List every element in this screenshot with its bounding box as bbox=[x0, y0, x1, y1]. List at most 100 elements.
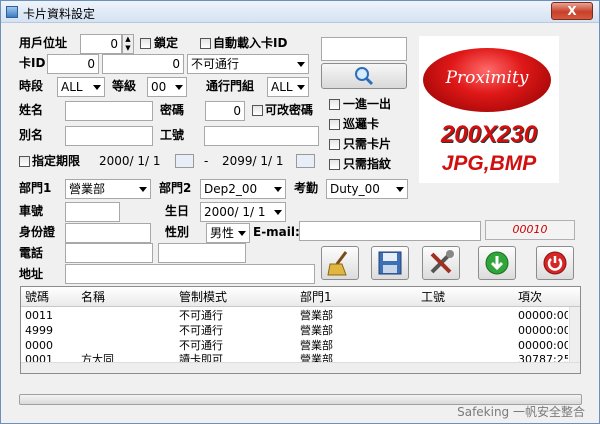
level-select[interactable]: 00 bbox=[147, 77, 187, 97]
card-logo-panel: Proximity 200X230 JPG,BMP bbox=[419, 36, 559, 183]
level-label: 等級 bbox=[112, 79, 137, 93]
start-date[interactable]: 2000/ 1/ 1 bbox=[99, 152, 161, 170]
phone-input-2[interactable] bbox=[158, 243, 246, 263]
user-address-label: 用戶位址 bbox=[19, 36, 68, 50]
chevron-down-icon bbox=[139, 187, 147, 192]
address-input[interactable] bbox=[65, 264, 315, 284]
column-header[interactable]: 名稱 bbox=[81, 288, 105, 305]
table-row[interactable]: 0000 不可通行 營業部 00000:00( bbox=[21, 338, 569, 353]
column-header[interactable]: 部門1 bbox=[300, 288, 332, 305]
phone-label: 電話 bbox=[19, 246, 44, 260]
employee-no-input[interactable] bbox=[204, 126, 319, 146]
save-icon bbox=[378, 251, 402, 275]
plate-label: 車號 bbox=[19, 204, 44, 218]
card-read-field[interactable] bbox=[321, 37, 407, 61]
fingerprint-only-label: 只需指紋 bbox=[343, 157, 392, 171]
phone-input[interactable] bbox=[65, 243, 153, 263]
auto-load-checkbox[interactable] bbox=[200, 38, 211, 49]
address-label: 地址 bbox=[19, 267, 44, 281]
gender-select[interactable]: 男性 bbox=[206, 223, 250, 243]
cell-number: 0000 bbox=[25, 339, 53, 352]
cell-dept: 營業部 bbox=[300, 324, 333, 337]
calendar-icon[interactable] bbox=[296, 154, 315, 168]
chevron-down-icon bbox=[93, 85, 101, 90]
tools-icon bbox=[430, 250, 454, 274]
one-in-one-out-checkbox[interactable] bbox=[329, 99, 340, 110]
alias-input[interactable] bbox=[65, 126, 153, 146]
patrol-card-label: 巡邏卡 bbox=[343, 117, 380, 131]
email-input[interactable] bbox=[299, 221, 481, 241]
download-icon bbox=[485, 251, 509, 275]
column-header[interactable]: 工號 bbox=[421, 288, 445, 305]
title-bar: 卡片資料設定 X bbox=[1, 1, 599, 23]
fingerprint-only-checkbox[interactable] bbox=[329, 159, 340, 170]
patrol-card-checkbox[interactable] bbox=[329, 119, 340, 130]
exit-button[interactable] bbox=[536, 246, 574, 280]
cell-mode: 不可通行 bbox=[179, 324, 223, 337]
search-icon bbox=[355, 67, 374, 86]
table-header: 號碼 名稱 管制模式 部門1 工號 項次 bbox=[21, 287, 580, 307]
column-header[interactable]: 號碼 bbox=[25, 288, 49, 305]
logo-size: 200X230 bbox=[440, 121, 538, 148]
cell-dept: 營業部 bbox=[300, 339, 333, 352]
logo-brand: Proximity bbox=[445, 68, 529, 88]
plate-input[interactable] bbox=[65, 202, 120, 222]
download-button[interactable] bbox=[478, 246, 516, 280]
door-group-label: 通行門組 bbox=[206, 79, 255, 93]
cell-number: 0011 bbox=[25, 309, 53, 322]
card-only-label: 只需卡片 bbox=[343, 137, 392, 151]
calendar-icon[interactable] bbox=[175, 154, 194, 168]
chevron-down-icon bbox=[396, 187, 404, 192]
email-label: E-mail: bbox=[253, 225, 300, 239]
dept2-select[interactable]: Dep2_00 bbox=[200, 179, 286, 199]
user-address-input[interactable]: 0 bbox=[80, 34, 122, 54]
cell-item: 00000:00( bbox=[518, 309, 568, 322]
card-only-checkbox[interactable] bbox=[329, 139, 340, 150]
cell-item: 00000:00( bbox=[518, 324, 568, 337]
dept2-label: 部門2 bbox=[159, 181, 192, 195]
table-row[interactable]: 0011 不可通行 營業部 00000:00( bbox=[21, 308, 569, 323]
horizontal-scrollbar[interactable] bbox=[21, 362, 580, 373]
id-label: 身份證 bbox=[19, 225, 56, 239]
birthday-label: 生日 bbox=[165, 204, 190, 218]
close-button[interactable]: X bbox=[551, 2, 593, 20]
name-input[interactable] bbox=[65, 101, 153, 121]
access-mode-select[interactable]: 不可通行 bbox=[187, 54, 309, 74]
column-header[interactable]: 管制模式 bbox=[179, 288, 227, 305]
door-group-value: ALL bbox=[271, 80, 293, 94]
chevron-down-icon bbox=[274, 187, 282, 192]
dept1-label: 部門1 bbox=[19, 181, 52, 195]
end-date[interactable]: 2099/ 1/ 1 bbox=[222, 152, 284, 170]
change-password-label: 可改密碼 bbox=[265, 103, 314, 117]
password-input[interactable]: 0 bbox=[205, 101, 245, 121]
birthday-select[interactable]: 2000/ 1/ 1 bbox=[200, 202, 286, 222]
column-header[interactable]: 項次 bbox=[518, 288, 542, 305]
door-group-select[interactable]: ALL bbox=[267, 77, 309, 97]
expiry-checkbox[interactable] bbox=[19, 156, 30, 167]
attendance-select[interactable]: Duty_00 bbox=[326, 179, 408, 199]
user-address-spinner[interactable]: ▲ ▼ bbox=[122, 34, 134, 54]
period-select[interactable]: ALL bbox=[57, 77, 105, 97]
table-row[interactable]: 4999 不可通行 營業部 00000:00( bbox=[21, 323, 569, 338]
dept1-select[interactable]: 營業部 bbox=[65, 179, 151, 199]
change-password-checkbox[interactable] bbox=[252, 105, 263, 116]
lock-checkbox[interactable] bbox=[140, 38, 151, 49]
clear-button[interactable] bbox=[321, 246, 359, 280]
tools-button[interactable] bbox=[422, 246, 460, 280]
gender-value: 男性 bbox=[210, 226, 235, 240]
save-button[interactable] bbox=[371, 246, 409, 280]
search-button[interactable] bbox=[321, 63, 407, 89]
vertical-scrollbar[interactable] bbox=[569, 307, 580, 363]
attendance-value: Duty_00 bbox=[330, 182, 380, 196]
dept2-value: Dep2_00 bbox=[204, 182, 258, 196]
period-label: 時段 bbox=[19, 79, 44, 93]
cell-item: 00000:00( bbox=[518, 339, 568, 352]
password-label: 密碼 bbox=[160, 103, 185, 117]
chevron-down-icon bbox=[175, 85, 183, 90]
card-id-input[interactable]: 0 bbox=[47, 54, 99, 74]
id-input[interactable] bbox=[65, 223, 151, 243]
gender-label: 性別 bbox=[165, 225, 190, 239]
card-table[interactable]: 號碼 名稱 管制模式 部門1 工號 項次 0011 不可通行 營業部 00000… bbox=[20, 286, 581, 374]
card-id-input-2[interactable]: 0 bbox=[102, 54, 184, 74]
alias-label: 別名 bbox=[19, 128, 44, 142]
